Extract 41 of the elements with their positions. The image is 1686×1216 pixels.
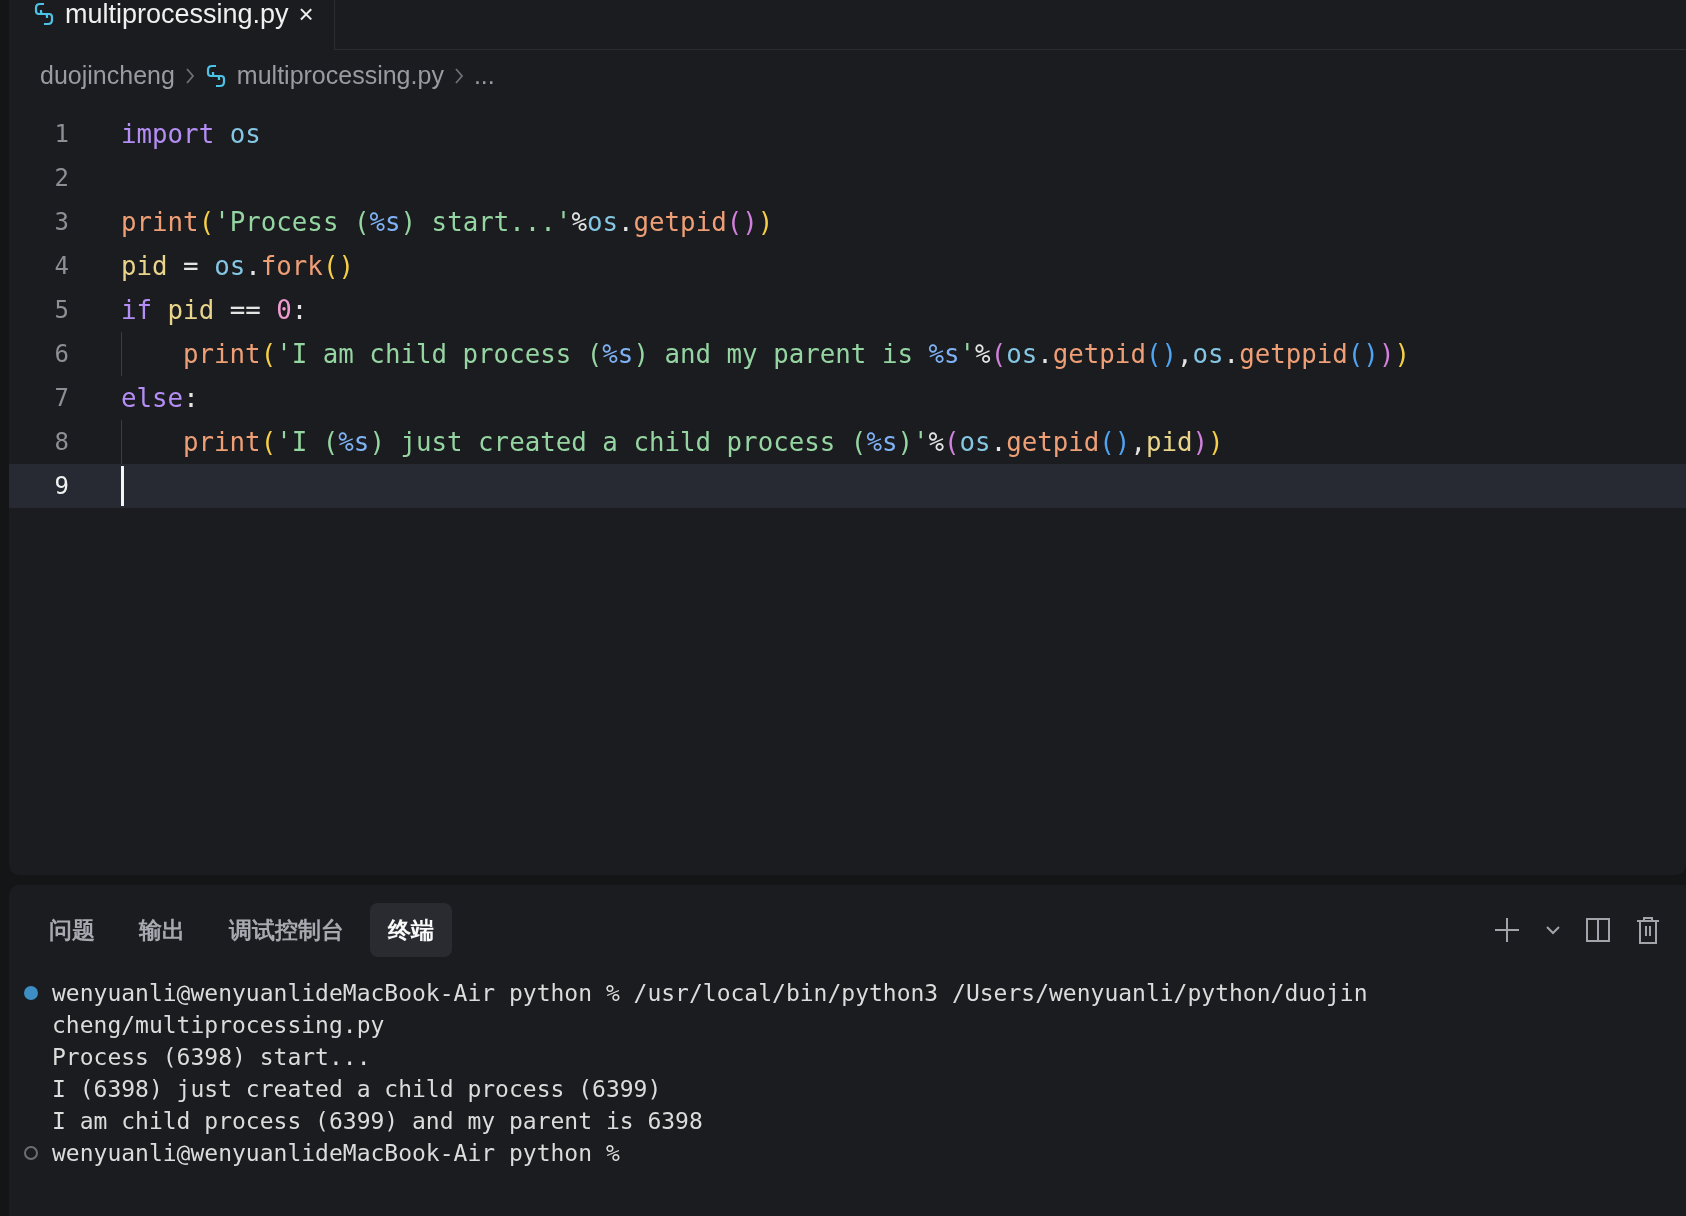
panel-tab[interactable]: 调试控制台 [211, 902, 362, 958]
terminal-line: Process (6398) start... [52, 1042, 371, 1072]
line-number: 4 [53, 251, 70, 282]
split-icon[interactable] [1586, 918, 1610, 942]
breadcrumb-folder[interactable]: duojincheng [40, 57, 175, 95]
breadcrumb-more[interactable]: ... [473, 57, 495, 95]
chevron-right-icon [184, 67, 195, 85]
plus-icon[interactable] [1494, 917, 1520, 943]
trash-icon[interactable] [1636, 916, 1660, 944]
chevron-down-icon[interactable] [1546, 925, 1560, 935]
line-number: 9 [53, 471, 70, 502]
status-circle-icon [22, 1145, 39, 1161]
panel-tab[interactable]: 输出 [121, 902, 203, 958]
code-line: pid = os.fork() [121, 249, 354, 283]
terminal-line: cheng/multiprocessing.py [52, 1010, 385, 1040]
terminal-line: wenyuanli@wenyuanlideMacBook-Air python % [52, 1138, 620, 1168]
line-number: 6 [53, 339, 70, 370]
close-icon[interactable]: × [298, 1, 314, 27]
terminal-line: I am child process (6399) and my parent is 6398 [52, 1106, 703, 1136]
chevron-right-icon [453, 67, 464, 85]
code-line: import os [121, 117, 261, 151]
line-number: 5 [53, 295, 70, 326]
python-file-icon [33, 2, 55, 26]
line-number: 1 [53, 119, 70, 150]
code-line: else: [121, 381, 199, 415]
code-line: print('I (%s) just created a child process (%s)'%(os.getpid(),pid)) [183, 425, 1224, 459]
terminal-line: I (6398) just created a child process (6399) [52, 1074, 662, 1104]
breadcrumb-file[interactable]: multiprocessing.py [236, 57, 444, 95]
line-number: 7 [53, 383, 70, 414]
terminal-line: wenyuanli@wenyuanlideMacBook-Air python % /usr/local/bin/python3 /Users/wenyuanli/python/duojin [52, 978, 1368, 1008]
panel-tab[interactable]: 问题 [31, 902, 113, 958]
code-line: if pid == 0: [121, 293, 308, 327]
line-number: 3 [53, 207, 70, 238]
line-number: 8 [53, 427, 70, 458]
code-line: print('I am child process (%s) and my parent is %s'%(os.getpid(),os.getppid())) [183, 337, 1410, 371]
text-cursor [121, 466, 124, 506]
line-number: 2 [53, 163, 70, 194]
panel-tab[interactable]: 终端 [370, 902, 452, 958]
code-line: print('Process (%s) start...'%os.getpid()) [121, 205, 774, 239]
status-dot-icon [22, 985, 39, 1001]
python-file-icon [204, 64, 227, 88]
